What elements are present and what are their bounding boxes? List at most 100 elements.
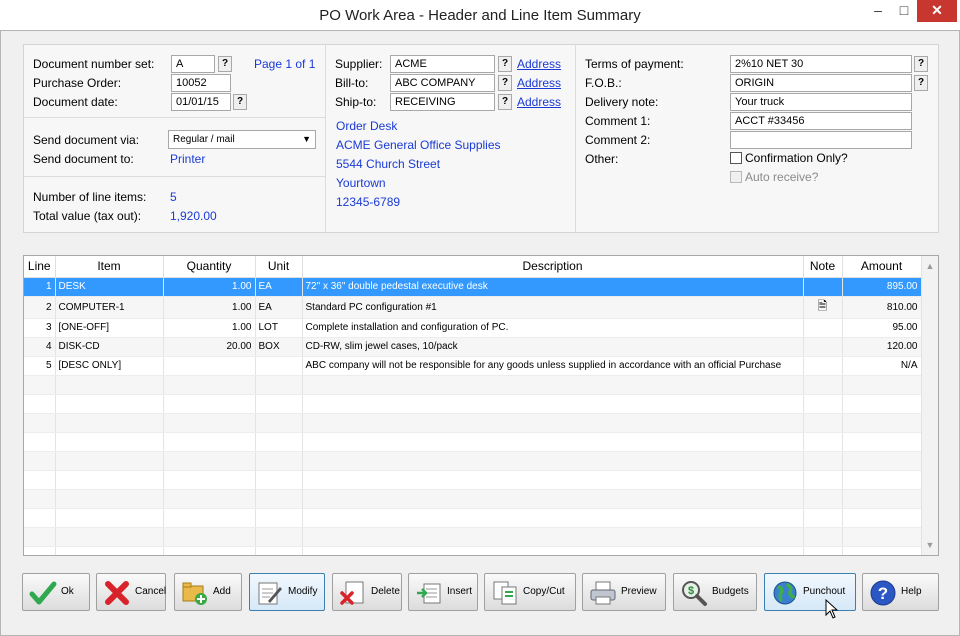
empty-cell[interactable] [55, 527, 164, 547]
column-header-quantity[interactable]: Quantity [163, 256, 256, 278]
cell-quantity[interactable]: 20.00 [163, 337, 256, 357]
cell-note[interactable] [803, 337, 843, 357]
empty-cell[interactable] [842, 413, 922, 433]
bill-to-lookup-button[interactable]: ? [498, 75, 512, 91]
empty-cell[interactable] [302, 489, 804, 509]
cell-line[interactable]: 3 [24, 318, 56, 338]
empty-cell[interactable] [24, 375, 56, 395]
empty-cell[interactable] [55, 470, 164, 490]
empty-cell[interactable] [803, 470, 843, 490]
cell-description[interactable]: 72" x 36" double pedestal executive desk [302, 277, 804, 297]
empty-row[interactable] [24, 470, 922, 490]
cell-note[interactable] [803, 318, 843, 338]
cell-unit[interactable]: LOT [255, 318, 303, 338]
help-button[interactable]: ? Help [862, 573, 939, 611]
column-header-amount[interactable]: Amount [842, 256, 922, 278]
empty-cell[interactable] [24, 489, 56, 509]
empty-row[interactable] [24, 413, 922, 433]
empty-cell[interactable] [255, 451, 303, 471]
bill-to-field[interactable]: ABC COMPANY [390, 74, 495, 92]
empty-cell[interactable] [55, 375, 164, 395]
punchout-button[interactable]: Punchout [764, 573, 856, 611]
empty-cell[interactable] [163, 527, 256, 547]
empty-cell[interactable] [24, 470, 56, 490]
maximize-button[interactable]: □ [891, 0, 917, 22]
confirmation-only-checkbox[interactable] [730, 152, 742, 164]
empty-cell[interactable] [24, 546, 56, 555]
empty-cell[interactable] [55, 394, 164, 414]
empty-cell[interactable] [55, 451, 164, 471]
empty-cell[interactable] [842, 546, 922, 555]
cell-unit[interactable] [255, 356, 303, 376]
empty-row[interactable] [24, 508, 922, 528]
empty-cell[interactable] [803, 394, 843, 414]
cell-amount[interactable]: 895.00 [842, 277, 922, 297]
terms-of-payment-field[interactable]: 2%10 NET 30 [730, 55, 912, 73]
table-row[interactable]: 3 [ONE-OFF] 1.00 LOT Complete installation a… [24, 318, 922, 338]
empty-cell[interactable] [55, 546, 164, 555]
empty-cell[interactable] [255, 489, 303, 509]
cell-quantity[interactable]: 1.00 [163, 318, 256, 338]
comment2-field[interactable] [730, 131, 912, 149]
purchase-order-field[interactable]: 10052 [171, 74, 231, 92]
empty-cell[interactable] [803, 432, 843, 452]
minimize-button[interactable]: – [865, 0, 891, 22]
ship-to-address-link[interactable]: Address [517, 95, 561, 109]
empty-cell[interactable] [302, 508, 804, 528]
empty-cell[interactable] [255, 527, 303, 547]
empty-cell[interactable] [302, 432, 804, 452]
empty-cell[interactable] [255, 546, 303, 555]
delivery-note-field[interactable]: Your truck [730, 93, 912, 111]
empty-row[interactable] [24, 394, 922, 414]
cell-line[interactable]: 1 [24, 277, 56, 297]
supplier-lookup-button[interactable]: ? [498, 56, 512, 72]
cell-item[interactable]: [DESC ONLY] [55, 356, 164, 376]
empty-cell[interactable] [255, 375, 303, 395]
preview-button[interactable]: Preview [582, 573, 666, 611]
cell-unit[interactable]: BOX [255, 337, 303, 357]
scroll-up-icon[interactable]: ▲ [922, 258, 938, 274]
cell-note[interactable] [803, 277, 843, 297]
send-via-dropdown[interactable]: Regular / mail ▼ [168, 130, 316, 149]
cell-description[interactable]: Standard PC configuration #1 [302, 296, 804, 319]
empty-cell[interactable] [302, 451, 804, 471]
table-row[interactable]: 4 DISK-CD 20.00 BOX CD-RW, slim jewel cases,… [24, 337, 922, 357]
cell-description[interactable]: ABC company will not be responsible for … [302, 356, 804, 376]
empty-cell[interactable] [302, 527, 804, 547]
empty-cell[interactable] [803, 527, 843, 547]
table-row[interactable]: 1 DESK 1.00 EA 72" x 36" double pedestal exe… [24, 277, 922, 297]
empty-cell[interactable] [163, 413, 256, 433]
empty-cell[interactable] [842, 470, 922, 490]
cell-quantity[interactable]: 1.00 [163, 296, 256, 319]
empty-cell[interactable] [255, 470, 303, 490]
empty-cell[interactable] [803, 546, 843, 555]
modify-button[interactable]: Modify [249, 573, 325, 611]
empty-cell[interactable] [55, 508, 164, 528]
table-row[interactable]: 2 COMPUTER-1 1.00 EA Standard PC configurati… [24, 296, 922, 319]
budgets-button[interactable]: $ Budgets [673, 573, 757, 611]
cell-item[interactable]: [ONE-OFF] [55, 318, 164, 338]
empty-cell[interactable] [803, 508, 843, 528]
empty-cell[interactable] [842, 508, 922, 528]
column-header-line[interactable]: Line [24, 256, 56, 278]
empty-cell[interactable] [255, 413, 303, 433]
cell-amount[interactable]: 120.00 [842, 337, 922, 357]
cell-amount[interactable]: 95.00 [842, 318, 922, 338]
document-date-field[interactable]: 01/01/15 [171, 93, 231, 111]
fob-lookup-button[interactable]: ? [914, 75, 928, 91]
cell-amount[interactable]: 810.00 [842, 296, 922, 319]
empty-cell[interactable] [842, 375, 922, 395]
empty-cell[interactable] [803, 489, 843, 509]
terms-lookup-button[interactable]: ? [914, 56, 928, 72]
cell-line[interactable]: 2 [24, 296, 56, 319]
empty-cell[interactable] [55, 432, 164, 452]
empty-row[interactable] [24, 546, 922, 555]
cell-item[interactable]: DISK-CD [55, 337, 164, 357]
cell-description[interactable]: CD-RW, slim jewel cases, 10/pack [302, 337, 804, 357]
fob-field[interactable]: ORIGIN [730, 74, 912, 92]
delete-button[interactable]: Delete [332, 573, 402, 611]
comment1-field[interactable]: ACCT #33456 [730, 112, 912, 130]
cell-quantity[interactable]: 1.00 [163, 277, 256, 297]
ship-to-field[interactable]: RECEIVING [390, 93, 495, 111]
empty-cell[interactable] [302, 546, 804, 555]
